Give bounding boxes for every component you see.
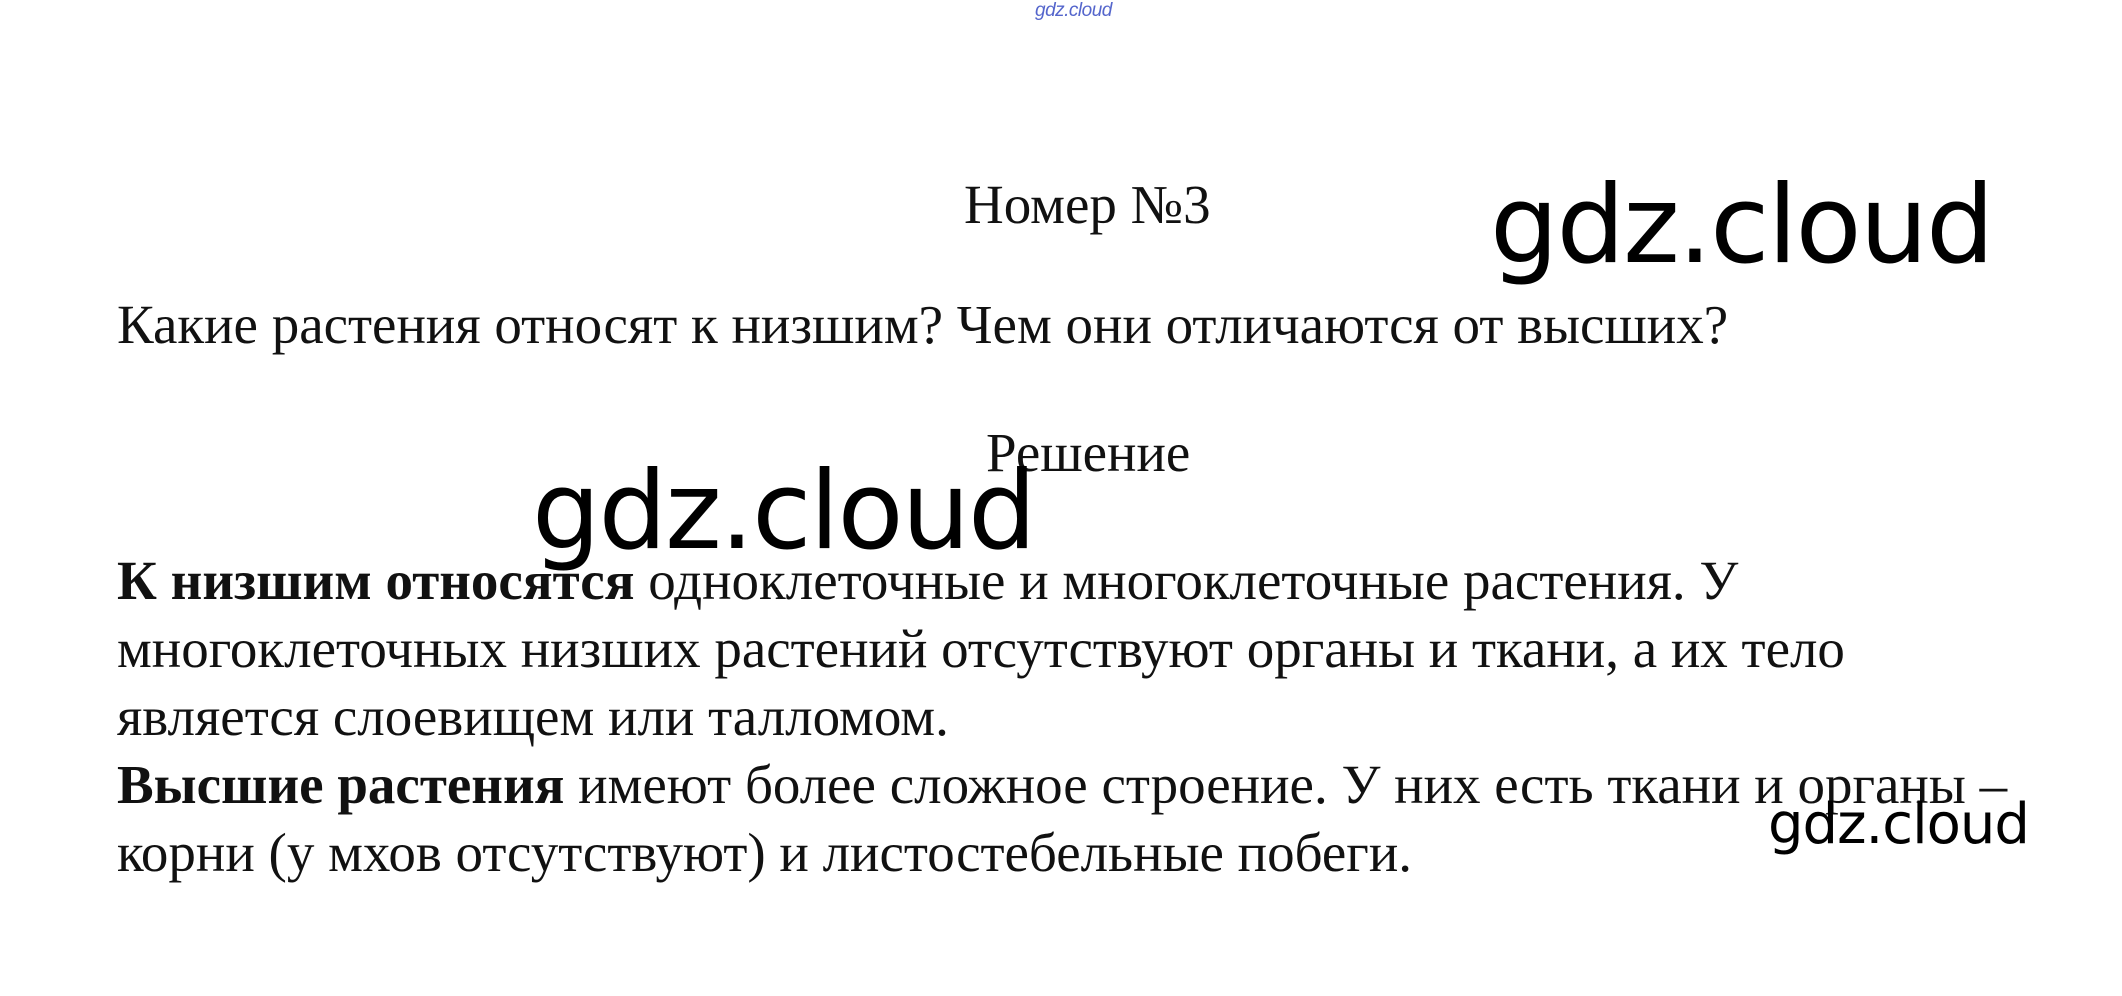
answer-paragraph-lower-plants: К низшим относятся одноклеточные и много… xyxy=(117,547,2037,751)
answer-paragraph-higher-plants: Высшие растения имеют более сложное стро… xyxy=(117,751,2037,887)
task-number-title: Номер №3 xyxy=(964,174,1211,235)
question-text: Какие растения относят к низшим? Чем они… xyxy=(117,294,1729,355)
watermark-top-right: gdz.cloud xyxy=(1490,163,1995,288)
higher-plants-term: Высшие растения xyxy=(117,754,565,815)
watermark-middle-left: gdz.cloud xyxy=(532,449,1037,574)
small-watermark: gdz.cloud xyxy=(1035,0,1112,21)
watermark-bottom-right: gdz.cloud xyxy=(1768,792,2030,857)
document-page: gdz.cloud Номер №3 Какие растения относя… xyxy=(0,0,2122,996)
solution-answer: К низшим относятся одноклеточные и много… xyxy=(117,547,2037,887)
